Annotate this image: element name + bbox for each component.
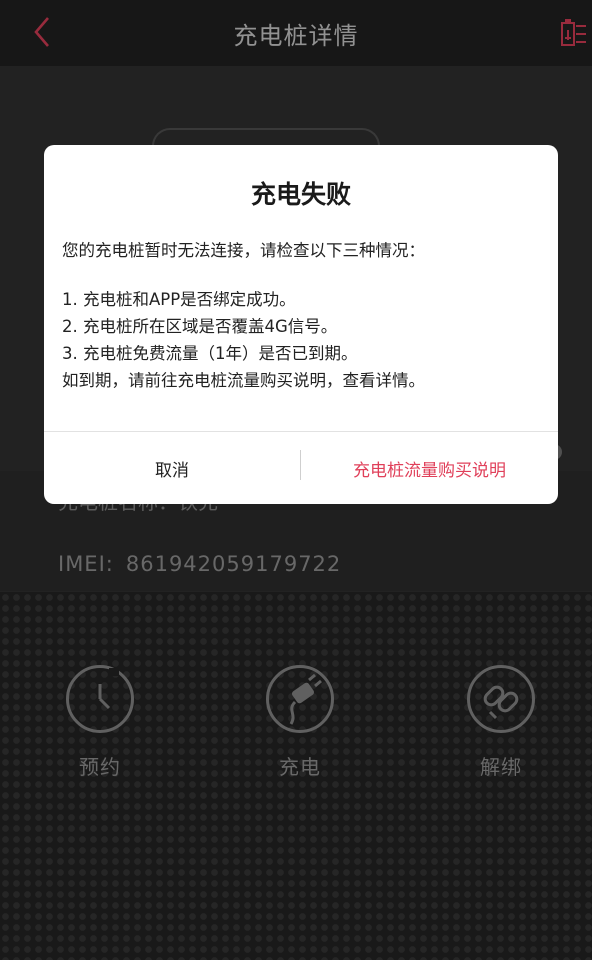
cancel-button[interactable]: 取消 xyxy=(44,433,300,504)
dialog-item: 2. 充电桩所在区域是否覆盖4G信号。 xyxy=(62,317,338,336)
dialog-item: 1. 充电桩和APP是否绑定成功。 xyxy=(62,290,296,309)
dialog-checklist: 1. 充电桩和APP是否绑定成功。 2. 充电桩所在区域是否覆盖4G信号。 3.… xyxy=(62,286,425,394)
dialog-divider xyxy=(44,431,558,432)
dialog-item: 如到期，请前往充电桩流量购买说明，查看详情。 xyxy=(62,371,425,390)
dialog-title: 充电失败 xyxy=(250,180,351,209)
data-plan-info-button[interactable]: 充电桩流量购买说明 xyxy=(301,433,558,504)
dialog-message: 您的充电桩暂时无法连接，请检查以下三种情况： xyxy=(62,241,425,260)
dialog-item: 3. 充电桩免费流量（1年）是否已到期。 xyxy=(62,344,358,363)
charge-failed-dialog: 充电失败 您的充电桩暂时无法连接，请检查以下三种情况： 1. 充电桩和APP是否… xyxy=(44,145,558,504)
